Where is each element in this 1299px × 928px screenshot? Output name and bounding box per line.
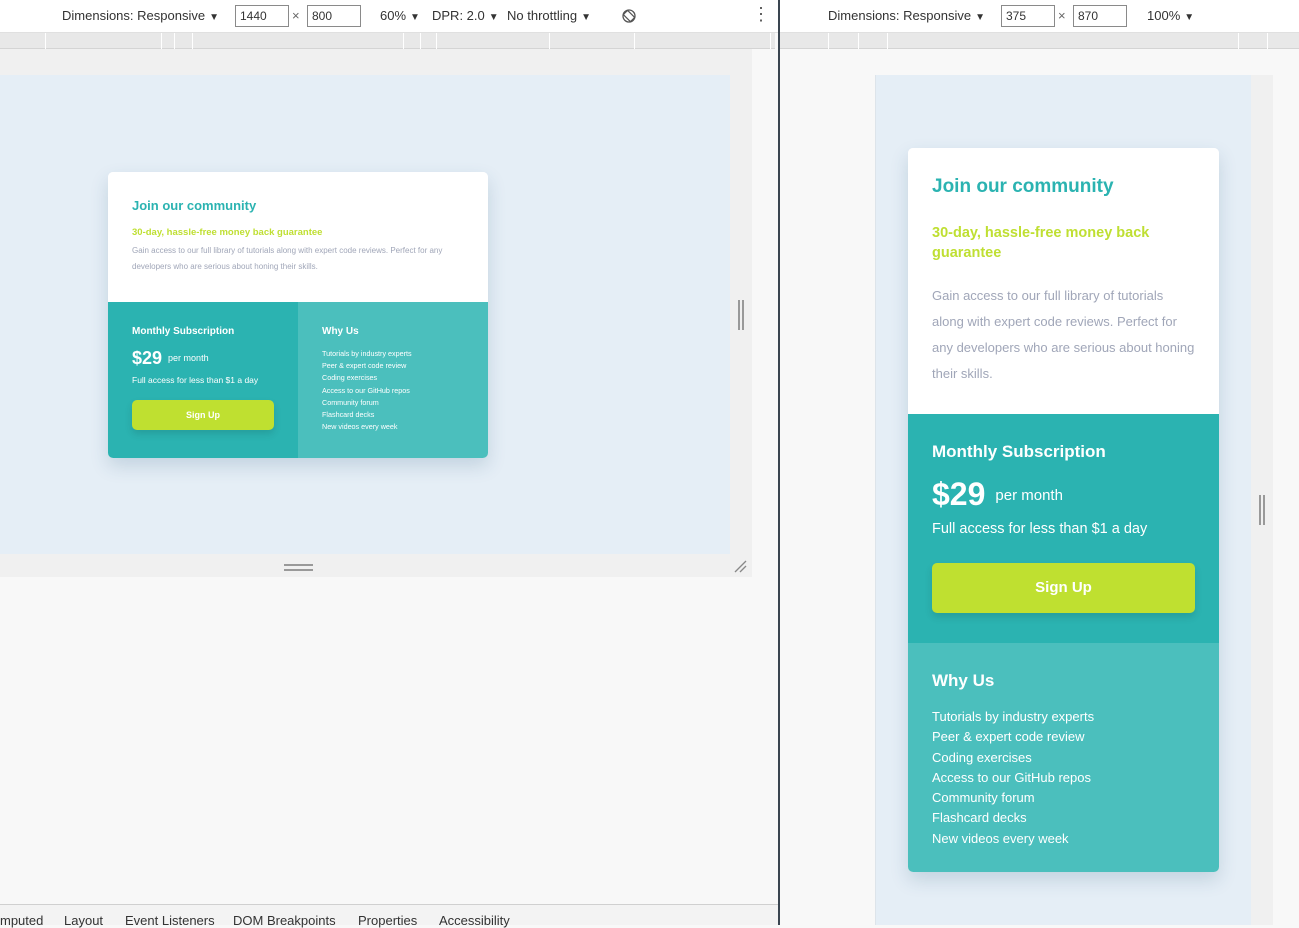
card-description: Gain access to our full library of tutor…	[932, 288, 1195, 381]
tab-event-listeners[interactable]: Event Listeners	[125, 913, 215, 928]
community-card-mobile: Join our community 30-day, hassle-free m…	[908, 148, 1219, 872]
zoom-label: 100%	[1147, 8, 1181, 23]
access-text: Full access for less than $1 a day	[932, 521, 1148, 537]
sign-up-button[interactable]: Sign Up	[932, 563, 1195, 613]
tab-dom-breakpoints[interactable]: DOM Breakpoints	[233, 913, 336, 928]
list-item: Peer & expert code review	[932, 729, 1085, 745]
tab-computed[interactable]: mputed	[0, 913, 43, 928]
chevron-down-icon: ▼	[581, 12, 591, 23]
why-us-panel: Why Us Tutorials by industry experts Pee…	[298, 302, 488, 458]
device-toolbar-right: Dimensions: Responsive▼ × 100%▼	[780, 0, 1299, 33]
card-title: Join our community	[932, 176, 1114, 197]
list-item: Flashcard decks	[932, 810, 1027, 826]
price-row: $29 per month	[132, 348, 274, 369]
dimensions-dropdown[interactable]: Dimensions: Responsive ▼	[828, 8, 985, 23]
dpr-dropdown[interactable]: DPR: 2.0 ▼	[432, 8, 499, 23]
price-amount: $29	[132, 348, 163, 368]
media-query-bar[interactable]	[0, 33, 775, 49]
chevron-down-icon: ▼	[410, 12, 420, 23]
tab-layout[interactable]: Layout	[64, 913, 103, 928]
zoom-dropdown[interactable]: 60% ▼	[380, 8, 420, 23]
list-item: Tutorials by industry experts	[932, 709, 1095, 724]
subscription-heading: Monthly Subscription	[932, 442, 1106, 461]
dimensions-dropdown[interactable]: Dimensions: Responsive ▼	[62, 8, 219, 23]
chevron-down-icon: ▼	[209, 12, 219, 23]
zoom-label: 60%	[380, 8, 407, 23]
card-header: Join our community 30-day, hassle-free m…	[108, 172, 488, 302]
dimensions-label: Dimensions: Responsive	[828, 8, 972, 23]
media-query-bar[interactable]	[780, 33, 1299, 49]
price-period: per month	[995, 487, 1063, 504]
throttling-dropdown[interactable]: No throttling ▼	[507, 8, 591, 23]
times-icon: ×	[1058, 8, 1066, 23]
subscription-panel: Monthly Subscription $29 per month Full a…	[108, 302, 298, 458]
access-text: Full access for less than $1 a day	[132, 375, 259, 385]
list-item: Community forum	[932, 790, 1035, 806]
tab-properties[interactable]: Properties	[358, 913, 417, 928]
resize-handle-right[interactable]	[1259, 495, 1265, 525]
card-header: Join our community 30-day, hassle-free m…	[908, 148, 1219, 414]
width-input[interactable]	[1001, 5, 1055, 27]
why-us-panel: Why Us Tutorials by industry experts Pee…	[908, 643, 1219, 872]
resize-corner-icon[interactable]	[733, 559, 747, 573]
rotate-icon[interactable]	[621, 8, 637, 27]
desktop-preview-pane: Dimensions: Responsive▼ × 60%▼ DPR: 2.0▼…	[0, 0, 779, 928]
list-item: Community forum	[322, 397, 379, 407]
chevron-down-icon: ▼	[975, 12, 985, 23]
list-item: New videos every week	[322, 422, 398, 432]
list-item: Access to our GitHub repos	[322, 385, 410, 395]
list-item: Peer & expert code review	[322, 361, 407, 371]
throttling-label: No throttling	[507, 8, 578, 23]
list-item: Tutorials by industry experts	[322, 349, 412, 358]
card-subtitle: 30-day, hassle-free money back guarantee	[932, 225, 1150, 261]
subscription-heading: Monthly Subscription	[132, 326, 235, 337]
tab-accessibility[interactable]: Accessibility	[439, 913, 510, 928]
card-title: Join our community	[132, 198, 257, 213]
height-input[interactable]	[307, 5, 361, 27]
community-card-desktop: Join our community 30-day, hassle-free m…	[108, 172, 488, 458]
chevron-down-icon: ▼	[1184, 12, 1195, 23]
list-item: Flashcard decks	[322, 410, 375, 420]
card-description: Gain access to our full library of tutor…	[132, 246, 443, 271]
times-icon: ×	[292, 8, 300, 23]
zoom-dropdown[interactable]: 100% ▼	[1147, 8, 1194, 23]
dpr-label: DPR: 2.0	[432, 8, 485, 23]
price-period: per month	[168, 353, 209, 363]
chevron-down-icon: ▼	[488, 12, 499, 23]
height-input[interactable]	[1073, 5, 1127, 27]
dimensions-label: Dimensions: Responsive	[62, 8, 206, 23]
sign-up-button[interactable]: Sign Up	[132, 400, 274, 430]
more-options-icon[interactable]: ⋮	[752, 4, 770, 25]
card-subtitle: 30-day, hassle-free money back guarantee	[132, 227, 323, 238]
list-item: Coding exercises	[322, 373, 378, 383]
list-item: Coding exercises	[932, 749, 1032, 765]
why-us-list: Tutorials by industry experts Peer & exp…	[322, 348, 464, 433]
price-amount: $29	[932, 476, 986, 512]
why-us-heading: Why Us	[932, 671, 995, 690]
devtools-tab-bar: mputed Layout Event Listeners DOM Breakp…	[0, 904, 779, 928]
width-input[interactable]	[235, 5, 289, 27]
list-item: Access to our GitHub repos	[932, 769, 1091, 785]
why-us-list: Tutorials by industry experts Peer & exp…	[932, 707, 1195, 849]
resize-handle-bottom[interactable]	[284, 564, 313, 571]
device-toolbar-left: Dimensions: Responsive▼ × 60%▼ DPR: 2.0▼…	[0, 0, 779, 33]
list-item: New videos every week	[932, 830, 1069, 846]
why-us-heading: Why Us	[322, 326, 359, 337]
resize-handle-right[interactable]	[738, 300, 744, 330]
subscription-panel: Monthly Subscription $29 per month Full a…	[908, 414, 1219, 643]
price-row: $29 per month	[932, 476, 1195, 513]
